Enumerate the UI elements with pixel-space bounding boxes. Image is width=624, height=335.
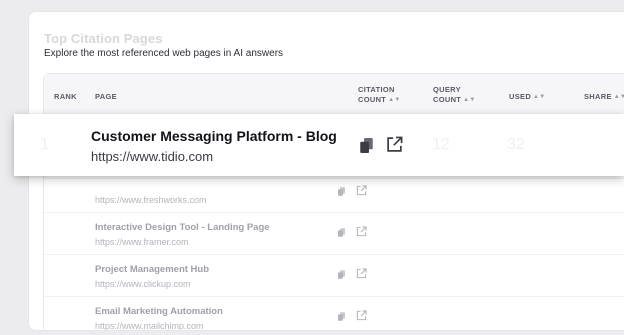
copy-icon[interactable] xyxy=(360,138,373,153)
external-link-icon[interactable] xyxy=(356,268,367,279)
highlighted-table-row[interactable]: 1 Customer Messaging Platform - Blog htt… xyxy=(14,114,624,176)
page-title[interactable]: Project Management Hub xyxy=(95,264,209,275)
used-value: 32 xyxy=(507,136,525,153)
rank-value: 1 xyxy=(40,136,49,153)
header-share-label: SHARE xyxy=(584,92,612,101)
header-used-label: USED xyxy=(509,92,532,101)
table-row[interactable]: Email Marketing Automation https://www.m… xyxy=(44,296,624,330)
external-link-icon[interactable] xyxy=(386,136,403,153)
header-page: PAGE xyxy=(95,92,117,101)
external-link-icon[interactable] xyxy=(356,310,367,321)
header-query-count[interactable]: QUERY COUNT ▲▼ xyxy=(433,85,476,105)
header-query-count-line1: QUERY xyxy=(433,85,461,94)
external-link-icon[interactable] xyxy=(356,226,367,237)
header-citation-count-line2: COUNT xyxy=(358,95,387,104)
page-url[interactable]: https://www.freshworks.com xyxy=(95,195,207,205)
page-url[interactable]: https://www.clickup.com xyxy=(95,279,191,289)
sort-arrows-icon[interactable]: ▲▼ xyxy=(533,92,545,102)
query-count-value: 12 xyxy=(432,136,450,153)
header-citation-count-line1: CITATION xyxy=(358,85,395,94)
table-row[interactable]: Interactive Design Tool - Landing Page h… xyxy=(44,212,624,255)
card-title: Top Citation Pages xyxy=(44,31,163,46)
page-title[interactable]: Customer Messaging Platform - Blog xyxy=(91,128,337,144)
sort-arrows-icon[interactable]: ▲▼ xyxy=(463,95,475,105)
page-title[interactable]: Interactive Design Tool - Landing Page xyxy=(95,222,270,233)
page-title[interactable]: Email Marketing Automation xyxy=(95,306,223,317)
table-row[interactable]: Project Management Hub https://www.click… xyxy=(44,254,624,297)
table-header: RANK PAGE CITATION COUNT ▲▼ QUERY COUNT ▲▼… xyxy=(44,74,624,117)
citation-table: RANK PAGE CITATION COUNT ▲▼ QUERY COUNT ▲▼… xyxy=(43,73,624,330)
header-share[interactable]: SHARE▲▼ xyxy=(584,92,624,102)
sort-arrows-icon[interactable]: ▲▼ xyxy=(614,92,624,102)
copy-icon[interactable] xyxy=(338,228,345,237)
copy-icon[interactable] xyxy=(338,187,345,196)
copy-icon[interactable] xyxy=(338,312,345,321)
page-url[interactable]: https://www.framer.com xyxy=(95,237,189,247)
header-rank: RANK xyxy=(54,92,77,101)
page-url[interactable]: https://www.mailchimp.com xyxy=(95,321,204,330)
header-query-count-line2: COUNT xyxy=(433,95,462,104)
card-subtitle: Explore the most referenced web pages in… xyxy=(44,48,284,59)
header-citation-count[interactable]: CITATION COUNT ▲▼ xyxy=(358,85,401,105)
sort-arrows-icon[interactable]: ▲▼ xyxy=(388,95,400,105)
copy-icon[interactable] xyxy=(338,270,345,279)
page-url[interactable]: https://www.tidio.com xyxy=(91,149,213,164)
external-link-icon[interactable] xyxy=(356,185,367,196)
header-used[interactable]: USED ▲▼ xyxy=(509,92,546,102)
